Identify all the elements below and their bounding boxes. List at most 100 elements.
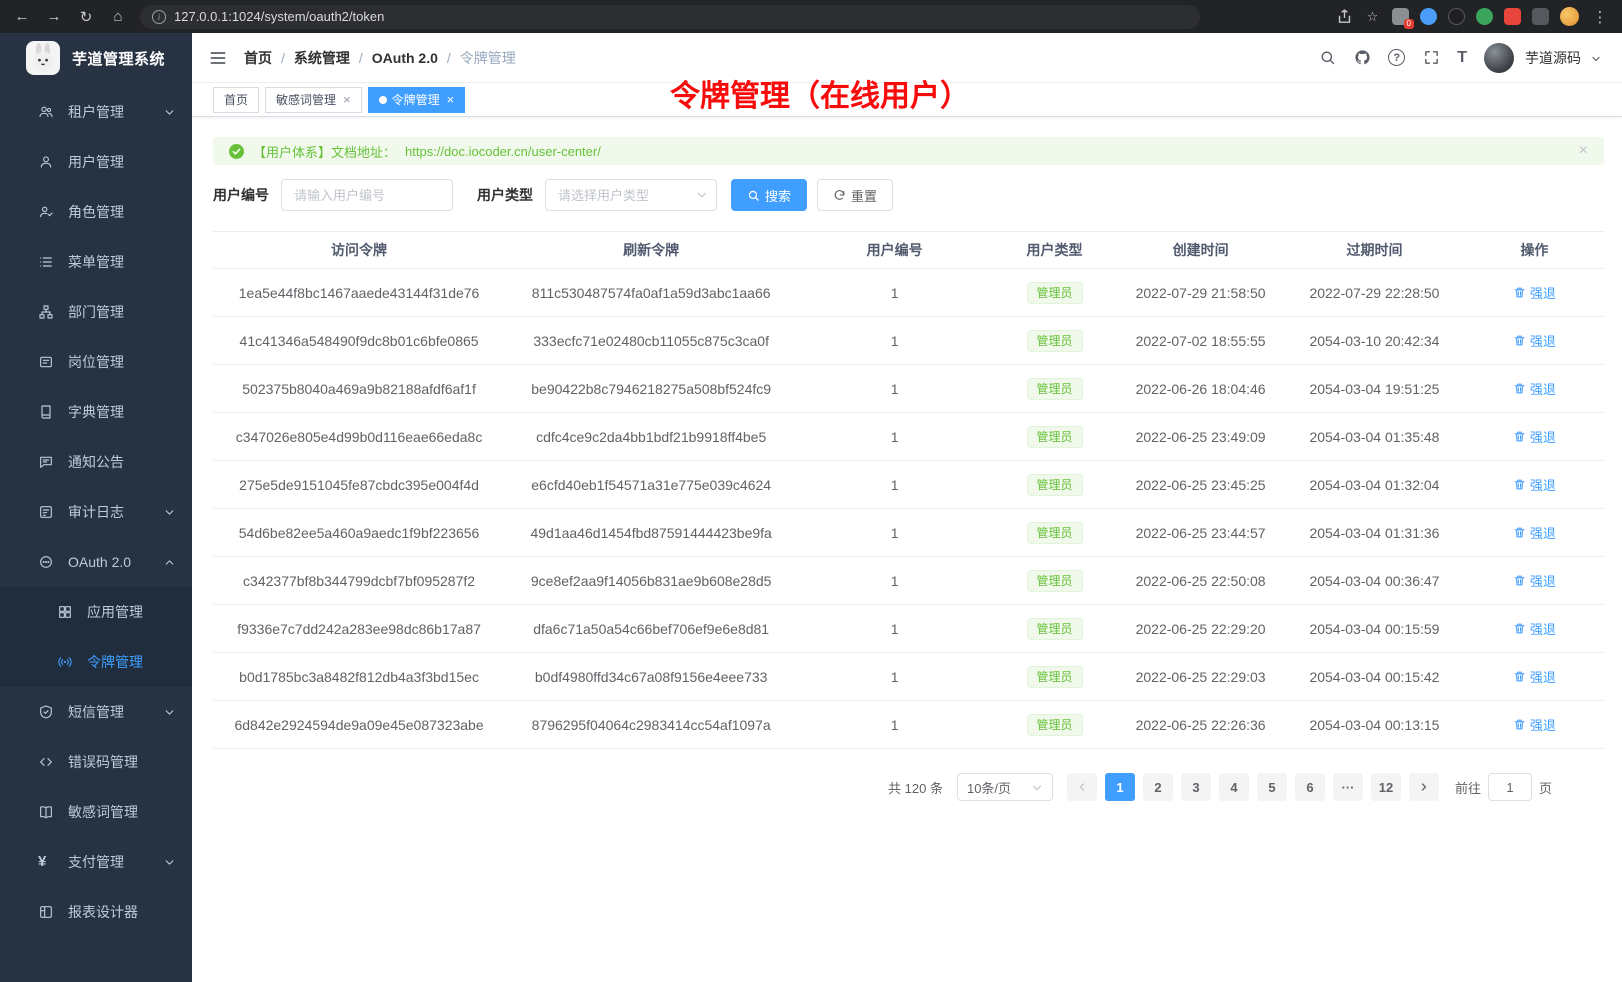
- user-id-input[interactable]: [281, 179, 453, 211]
- delete-icon: [1513, 382, 1526, 395]
- audit-log-icon: [38, 504, 54, 520]
- page-button-5[interactable]: 5: [1257, 773, 1287, 801]
- sidebar-item-app-manage[interactable]: 应用管理: [0, 587, 192, 637]
- reset-button[interactable]: 重置: [817, 179, 893, 211]
- sidebar-item-post[interactable]: 岗位管理: [0, 337, 192, 387]
- bookmark-star-icon[interactable]: ☆: [1364, 8, 1381, 25]
- force-logout-button[interactable]: 强退: [1513, 667, 1556, 686]
- tab-close-icon[interactable]: ×: [447, 93, 455, 106]
- user-type-select-input[interactable]: [545, 179, 717, 211]
- github-icon[interactable]: [1353, 49, 1371, 67]
- share-icon[interactable]: [1336, 8, 1353, 25]
- force-logout-button[interactable]: 强退: [1513, 379, 1556, 398]
- more-pages-button[interactable]: ···: [1333, 773, 1363, 801]
- user-type-label: 用户类型: [477, 185, 533, 205]
- site-info-icon[interactable]: i: [152, 10, 166, 24]
- force-logout-button[interactable]: 强退: [1513, 571, 1556, 590]
- tenant-icon: [38, 104, 54, 120]
- browser-profile-avatar[interactable]: [1560, 7, 1579, 26]
- prev-page-button[interactable]: [1067, 773, 1097, 801]
- sidebar-item-notice[interactable]: 通知公告: [0, 437, 192, 487]
- username[interactable]: 芋道源码: [1525, 48, 1581, 68]
- url-text: 127.0.0.1:1024/system/oauth2/token: [174, 9, 384, 24]
- user-type-badge: 管理员: [1027, 378, 1083, 400]
- gray-extension-icon[interactable]: [1532, 8, 1549, 25]
- page-button-6[interactable]: 6: [1295, 773, 1325, 801]
- delete-icon: [1513, 478, 1526, 491]
- back-icon[interactable]: ←: [12, 7, 32, 27]
- access-token-cell: f9336e7c7dd242a283ee98dc86b17a87: [213, 605, 505, 653]
- page-size-select[interactable]: 10条/页: [957, 773, 1053, 801]
- app-logo[interactable]: 芋道管理系统: [0, 33, 192, 83]
- sidebar-item-sensitive-word[interactable]: 敏感词管理: [0, 787, 192, 837]
- sidebar-item-error-code[interactable]: 错误码管理: [0, 737, 192, 787]
- red-extension-icon[interactable]: [1504, 8, 1521, 25]
- forward-icon[interactable]: →: [44, 7, 64, 27]
- user-id-cell: 1: [797, 653, 992, 701]
- goto-unit: 页: [1539, 778, 1552, 797]
- breadcrumb-oauth[interactable]: OAuth 2.0: [372, 50, 438, 66]
- reload-icon[interactable]: ↻: [76, 7, 96, 27]
- sidebar-item-user[interactable]: 用户管理: [0, 137, 192, 187]
- force-logout-button[interactable]: 强退: [1513, 619, 1556, 638]
- sidebar-item-report-designer[interactable]: 报表设计器: [0, 887, 192, 937]
- goto-page-input[interactable]: [1488, 773, 1532, 801]
- page-button-2[interactable]: 2: [1143, 773, 1173, 801]
- page-content: 【用户体系】文档地址： https://doc.iocoder.cn/user-…: [192, 117, 1622, 982]
- sidebar-item-dict[interactable]: 字典管理: [0, 387, 192, 437]
- page-button-3[interactable]: 3: [1181, 773, 1211, 801]
- user-type-cell: 管理员: [992, 317, 1117, 365]
- browser-menu-icon[interactable]: ⋮: [1590, 7, 1610, 27]
- sidebar-extension-icon[interactable]: 0: [1392, 8, 1409, 25]
- tab-close-icon[interactable]: ×: [343, 93, 351, 106]
- page-button-1[interactable]: 1: [1105, 773, 1135, 801]
- search-icon[interactable]: [1318, 49, 1336, 67]
- filter-form: 用户编号 用户类型 搜索 重置: [213, 179, 1604, 211]
- sidebar-item-role[interactable]: 角色管理: [0, 187, 192, 237]
- dark-extension-icon[interactable]: [1448, 8, 1465, 25]
- sidebar-item-audit-log[interactable]: 审计日志: [0, 487, 192, 537]
- alert-close-icon[interactable]: ×: [1579, 143, 1588, 159]
- doc-link[interactable]: https://doc.iocoder.cn/user-center/: [405, 144, 601, 159]
- next-page-button[interactable]: [1409, 773, 1439, 801]
- caret-down-icon[interactable]: [1590, 52, 1602, 64]
- force-logout-button[interactable]: 强退: [1513, 715, 1556, 734]
- address-bar[interactable]: i 127.0.0.1:1024/system/oauth2/token: [140, 5, 1200, 29]
- sidebar-item-sms[interactable]: 短信管理: [0, 687, 192, 737]
- user-type-select[interactable]: [545, 179, 717, 211]
- fullscreen-icon[interactable]: [1422, 49, 1440, 67]
- user-id-cell: 1: [797, 365, 992, 413]
- sidebar-toggle-icon[interactable]: [208, 48, 228, 68]
- user-avatar[interactable]: [1484, 43, 1514, 73]
- page-button-12[interactable]: 12: [1371, 773, 1401, 801]
- help-icon[interactable]: ?: [1388, 49, 1405, 66]
- force-logout-button[interactable]: 强退: [1513, 523, 1556, 542]
- page-button-4[interactable]: 4: [1219, 773, 1249, 801]
- force-logout-button[interactable]: 强退: [1513, 331, 1556, 350]
- blue-extension-icon[interactable]: [1420, 8, 1437, 25]
- force-logout-button[interactable]: 强退: [1513, 283, 1556, 302]
- expire-time-cell: 2054-03-04 01:31:36: [1284, 509, 1465, 557]
- home-icon[interactable]: ⌂: [108, 7, 128, 27]
- sidebar-item-tenant[interactable]: 租户管理: [0, 87, 192, 137]
- search-button[interactable]: 搜索: [731, 179, 807, 211]
- user-type-badge: 管理员: [1027, 522, 1083, 544]
- tab-sensitive-words[interactable]: 敏感词管理 ×: [265, 87, 362, 113]
- sidebar-item-dept[interactable]: 部门管理: [0, 287, 192, 337]
- font-size-icon[interactable]: T: [1457, 49, 1467, 67]
- sidebar-item-oauth[interactable]: OAuth 2.0: [0, 537, 192, 587]
- sidebar-item-menu[interactable]: 菜单管理: [0, 237, 192, 287]
- force-logout-button[interactable]: 强退: [1513, 427, 1556, 446]
- user-type-cell: 管理员: [992, 653, 1117, 701]
- tab-token-manage[interactable]: 令牌管理 ×: [368, 87, 466, 113]
- col-actions: 操作: [1465, 232, 1604, 269]
- force-logout-button[interactable]: 强退: [1513, 475, 1556, 494]
- table-row: 41c41346a548490f9dc8b01c6bfe0865 333ecfc…: [213, 317, 1604, 365]
- breadcrumb-system[interactable]: 系统管理: [294, 48, 350, 68]
- action-cell: 强退: [1465, 557, 1604, 605]
- sidebar-item-token-manage[interactable]: 令牌管理: [0, 637, 192, 687]
- tab-home[interactable]: 首页: [213, 87, 259, 113]
- sidebar-item-payment[interactable]: ¥ 支付管理: [0, 837, 192, 887]
- breadcrumb-home[interactable]: 首页: [244, 48, 272, 68]
- green-extension-icon[interactable]: [1476, 8, 1493, 25]
